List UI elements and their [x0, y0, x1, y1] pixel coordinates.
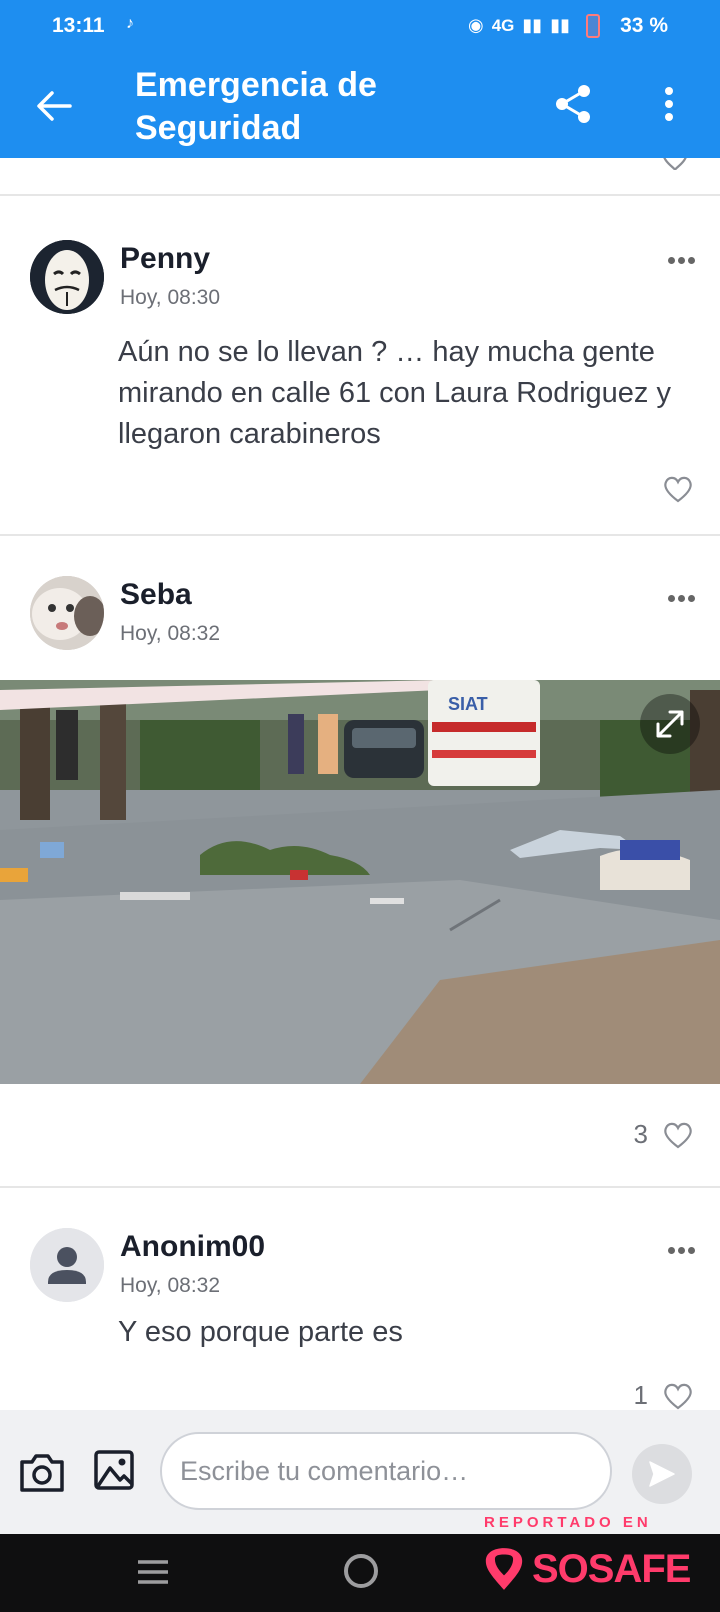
send-button[interactable]	[632, 1444, 692, 1504]
comment-input[interactable]	[160, 1432, 612, 1510]
expand-image-button[interactable]	[640, 694, 700, 754]
comment-author[interactable]: Anonim00	[120, 1230, 265, 1264]
reported-label: REPORTADO EN	[484, 1514, 652, 1531]
expand-icon	[656, 710, 684, 738]
like-button[interactable]: 1	[634, 1380, 694, 1411]
divider	[0, 194, 720, 196]
brand-wordmark: SOSAFE	[532, 1546, 691, 1591]
hotspot-icon: ◉	[467, 15, 484, 35]
heart-icon[interactable]	[662, 1120, 694, 1150]
signal-icon-2: ▮▮	[550, 15, 570, 35]
cat-avatar-image	[30, 576, 104, 650]
mask-avatar-image	[30, 240, 104, 314]
comment-text: Aún no se lo llevan ? … hay mucha gente …	[118, 336, 671, 450]
page-title: Emergencia de Seguridad	[135, 66, 377, 147]
avatar	[30, 576, 104, 650]
status-bar: 13:11 ♪ ◉ 4G ▮▮ ▮▮ 33 %	[0, 0, 720, 56]
heart-icon[interactable]	[662, 474, 694, 504]
user-placeholder-icon	[30, 1228, 104, 1302]
comment-options-icon[interactable]	[668, 254, 698, 266]
app-bar: Emergencia de Seguridad	[0, 56, 720, 158]
send-icon	[649, 1461, 675, 1487]
system-nav-bar: SOSAFE	[0, 1534, 720, 1612]
comment-author[interactable]: Seba	[120, 578, 192, 612]
status-time: 13:11	[52, 14, 105, 37]
comment-timestamp: Hoy, 08:30	[120, 286, 221, 309]
tiktok-notification-icon: ♪	[126, 15, 134, 32]
comment-timestamp: Hoy, 08:32	[120, 1274, 221, 1297]
divider	[0, 534, 720, 536]
accident-scene-image: SIAT	[0, 680, 720, 1084]
network-type: 4G	[491, 15, 515, 35]
gallery-icon[interactable]	[92, 1448, 136, 1492]
brand-logo: SOSAFE	[484, 1546, 691, 1592]
avatar	[30, 240, 104, 314]
battery-percent: 33 %	[620, 14, 668, 37]
vehicle-text: SIAT	[448, 694, 488, 714]
like-count: 3	[633, 1119, 648, 1149]
location-pin-icon	[485, 1548, 523, 1590]
battery-icon	[586, 14, 600, 38]
comment-options-icon[interactable]	[668, 592, 698, 604]
recent-apps-icon[interactable]	[136, 1558, 170, 1586]
comment-photo[interactable]: SIAT	[0, 680, 720, 1084]
heart-icon[interactable]	[660, 158, 690, 174]
comment-options-icon[interactable]	[668, 1244, 698, 1256]
avatar	[30, 1228, 104, 1302]
like-count: 1	[633, 1380, 648, 1410]
like-button[interactable]: 3	[634, 1119, 694, 1150]
heart-icon[interactable]	[662, 1381, 694, 1411]
divider	[0, 1186, 720, 1188]
camera-icon[interactable]	[18, 1450, 66, 1494]
signal-icon: ▮▮	[522, 15, 543, 35]
status-icons: ◉ 4G ▮▮ ▮▮	[468, 15, 570, 36]
share-icon[interactable]	[551, 82, 595, 126]
comment-timestamp: Hoy, 08:32	[120, 622, 221, 645]
back-arrow-icon[interactable]	[32, 84, 76, 128]
home-icon[interactable]	[344, 1554, 378, 1588]
more-vert-icon[interactable]	[654, 82, 684, 126]
comment-text: Y eso porque parte es	[118, 1316, 403, 1348]
comment-author[interactable]: Penny	[120, 242, 210, 276]
like-button[interactable]	[662, 474, 694, 504]
